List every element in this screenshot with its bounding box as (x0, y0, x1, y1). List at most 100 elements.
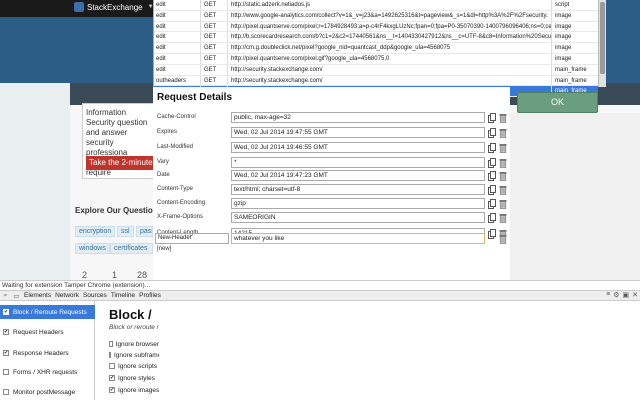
request-row[interactable]: edit GET http://pixel.quantserve.com/pixel… (154, 21, 598, 33)
header-value-input[interactable]: * (231, 157, 485, 168)
checkbox[interactable]: ✔ (109, 387, 115, 393)
console-icon[interactable]: ≡ (606, 291, 610, 299)
close-icon[interactable]: ✕ (632, 291, 638, 299)
new-header-link[interactable]: [new] (157, 246, 171, 252)
stackexchange-logo[interactable]: StackExchange ▼ (74, 2, 154, 12)
header-name: Expires (157, 129, 178, 135)
request-type-cell: image (551, 32, 598, 43)
request-url-cell: http://pixel.quantserve.com/pixel;r=1784… (227, 21, 551, 32)
gear-icon[interactable]: ⚙ (613, 291, 619, 299)
tab-sources[interactable]: Sources (81, 292, 109, 299)
request-type-cell: main_frame (551, 75, 598, 86)
option-item[interactable]: ✔ Ignore styles (109, 373, 159, 383)
scrollbar-thumb[interactable] (600, 2, 605, 74)
request-url-cell: http://www.google-analytics.com/collect?… (227, 10, 551, 21)
tag[interactable]: windows (75, 243, 110, 254)
option-item[interactable]: Ignore browser (109, 339, 159, 349)
header-row: Last-Modified Wed, 02 Jul 2014 19:46:55 G… (153, 142, 510, 154)
tab-profiles[interactable]: Profiles (137, 292, 163, 299)
site-sidebar (510, 113, 640, 280)
tag[interactable]: certificates (110, 243, 153, 254)
tag[interactable]: passwords (136, 226, 153, 237)
trash-icon[interactable] (499, 171, 507, 181)
trash-icon[interactable] (499, 199, 507, 209)
trash-icon[interactable] (499, 143, 507, 153)
header-row: Content-Encoding gzip (153, 198, 510, 210)
request-type-cell: main_frame (551, 64, 598, 75)
copy-icon[interactable] (488, 143, 496, 153)
devtools-sidebar: ✔ Block / Reroute Requests ✔ Request Header… (0, 301, 95, 400)
checkbox[interactable] (109, 363, 115, 369)
devtools-main: Block / Reroute Requests Block or rerout… (95, 301, 640, 400)
header-value-input[interactable]: Wed, 02 Jul 2014 19:46:55 GMT (231, 142, 485, 153)
ok-button[interactable]: OK (517, 92, 598, 113)
copy-icon[interactable] (488, 158, 496, 168)
sidebar-item[interactable]: Monitor postMessage (0, 385, 95, 399)
tab-timeline[interactable]: Timeline (109, 292, 137, 299)
request-method-cell: GET (200, 21, 227, 32)
sidebar-item[interactable]: ✔ Request Headers (0, 325, 95, 339)
request-row[interactable]: edit GET http://pixel.quantserve.com/pixel… (154, 53, 598, 65)
sidebar-item[interactable]: ✔ Block / Reroute Requests (0, 305, 95, 319)
header-row: X-Frame-Options SAMEORIGIN (153, 212, 510, 224)
request-name-cell: edit (156, 34, 166, 41)
inspect-icon[interactable]: ⌕ (0, 292, 11, 300)
header-value-input[interactable]: Wed, 02 Jul 2014 19:47:23 GMT (231, 170, 485, 181)
request-table-scrollbar[interactable] (598, 0, 606, 87)
copy-icon[interactable] (488, 128, 496, 138)
request-row[interactable]: edit GET http://cm.g.doubleclick.net/pixel… (154, 43, 598, 54)
tour-button[interactable]: Take the 2-minute tour (86, 156, 156, 170)
tab-network[interactable]: Network (53, 292, 81, 299)
main-title: Block / Reroute Requests (109, 307, 155, 322)
trash-icon[interactable] (499, 158, 507, 168)
device-icon[interactable]: ▭ (11, 292, 22, 300)
checkbox[interactable]: ✔ (3, 329, 9, 335)
checkbox[interactable] (3, 369, 9, 375)
checkbox[interactable]: ✔ (3, 309, 9, 315)
request-url-cell: http://security.stackexchange.com/ (227, 75, 551, 86)
request-url-cell: http://static.adzerk.netiados.js (227, 0, 551, 10)
checkbox[interactable] (109, 352, 111, 358)
header-name: X-Frame-Options (157, 214, 204, 220)
trash-icon[interactable] (499, 128, 507, 138)
tab-elements[interactable]: Elements (22, 292, 53, 299)
header-value-input[interactable]: public, max-age=32 (231, 112, 485, 123)
request-method-cell: GET (200, 64, 227, 75)
copy-icon[interactable] (488, 213, 496, 223)
trash-icon[interactable] (499, 234, 507, 244)
trash-icon[interactable] (499, 213, 507, 223)
checkbox[interactable] (109, 341, 113, 347)
option-item[interactable]: ✔ Ignore images (109, 385, 159, 395)
request-url-cell: http://b.scorecardresearch.com/b?c1=2&c2… (227, 32, 551, 43)
copy-icon[interactable] (488, 171, 496, 181)
copy-icon[interactable] (488, 185, 496, 195)
tag[interactable]: encryption (75, 226, 116, 237)
request-row[interactable]: edit GET http://static.adzerk.netiados.js s… (154, 0, 598, 11)
request-method-cell: GET (200, 43, 227, 53)
checkbox[interactable] (3, 389, 9, 395)
request-type-cell: image (551, 43, 598, 53)
trash-icon[interactable] (499, 113, 507, 123)
request-row[interactable]: edit GET http://b.scorecardresearch.com/b?… (154, 32, 598, 44)
new-header-value-input[interactable]: whatever you like (231, 233, 485, 244)
header-value-input[interactable]: text/html; charset=utf-8 (231, 184, 485, 195)
request-row[interactable]: edit GET http://www.google-analytics.com/c… (154, 10, 598, 22)
tag[interactable]: ssl (117, 226, 134, 237)
copy-icon[interactable] (488, 199, 496, 209)
request-url-cell: http://security.stackexchange.com/ (227, 64, 551, 75)
option-item[interactable]: Ignore subframes (109, 350, 159, 360)
header-value-input[interactable]: SAMEORIGIN (231, 212, 485, 223)
request-row[interactable]: edit GET http://security.stackexchange.com… (154, 64, 598, 76)
copy-icon[interactable] (488, 113, 496, 123)
header-value-input[interactable]: Wed, 02 Jul 2014 19:47:55 GMT (231, 127, 485, 138)
new-header-name-input[interactable]: New-Header (155, 233, 229, 244)
request-row[interactable]: outheaders GET http://security.stackexchan… (154, 75, 598, 87)
sidebar-item[interactable]: ✔ Response Headers (0, 346, 95, 360)
option-item[interactable]: Ignore scripts (109, 361, 159, 371)
checkbox[interactable]: ✔ (109, 375, 115, 381)
trash-icon[interactable] (499, 185, 507, 195)
dock-icon[interactable]: ▣ (623, 291, 630, 299)
checkbox[interactable]: ✔ (3, 350, 9, 356)
sidebar-item[interactable]: Forms / XHR requests (0, 365, 95, 379)
header-value-input[interactable]: gzip (231, 198, 485, 209)
